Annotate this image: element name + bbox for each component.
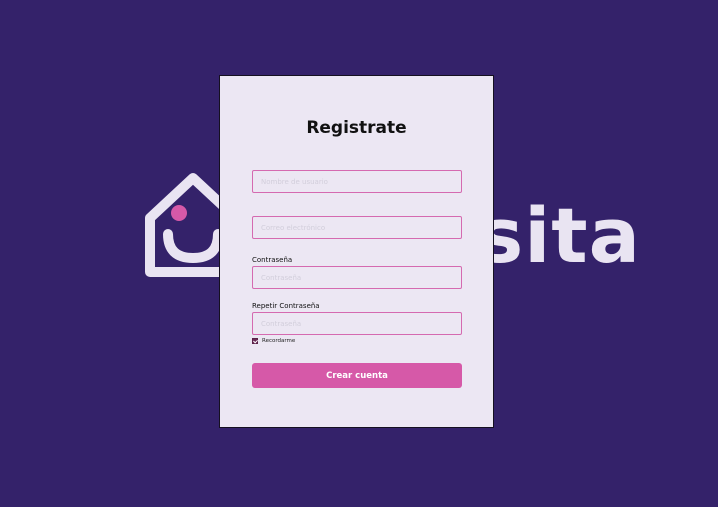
repeat-password-input[interactable] bbox=[252, 312, 462, 335]
email-input[interactable] bbox=[252, 216, 462, 239]
password-input[interactable] bbox=[252, 266, 462, 289]
remember-label: Recordarme bbox=[262, 338, 296, 344]
password-label: Contraseña bbox=[252, 256, 293, 264]
form-title: Registrate bbox=[306, 118, 407, 138]
remember-me[interactable]: Recordarme bbox=[252, 338, 295, 344]
repeat-password-label: Repetir Contraseña bbox=[252, 302, 320, 310]
logo-text: sita bbox=[478, 191, 641, 280]
username-input[interactable] bbox=[252, 170, 462, 193]
registration-card: Registrate Contraseña Repetir Contraseña… bbox=[219, 75, 494, 428]
remember-checkbox[interactable] bbox=[252, 338, 258, 344]
create-account-button[interactable]: Crear cuenta bbox=[252, 363, 462, 388]
